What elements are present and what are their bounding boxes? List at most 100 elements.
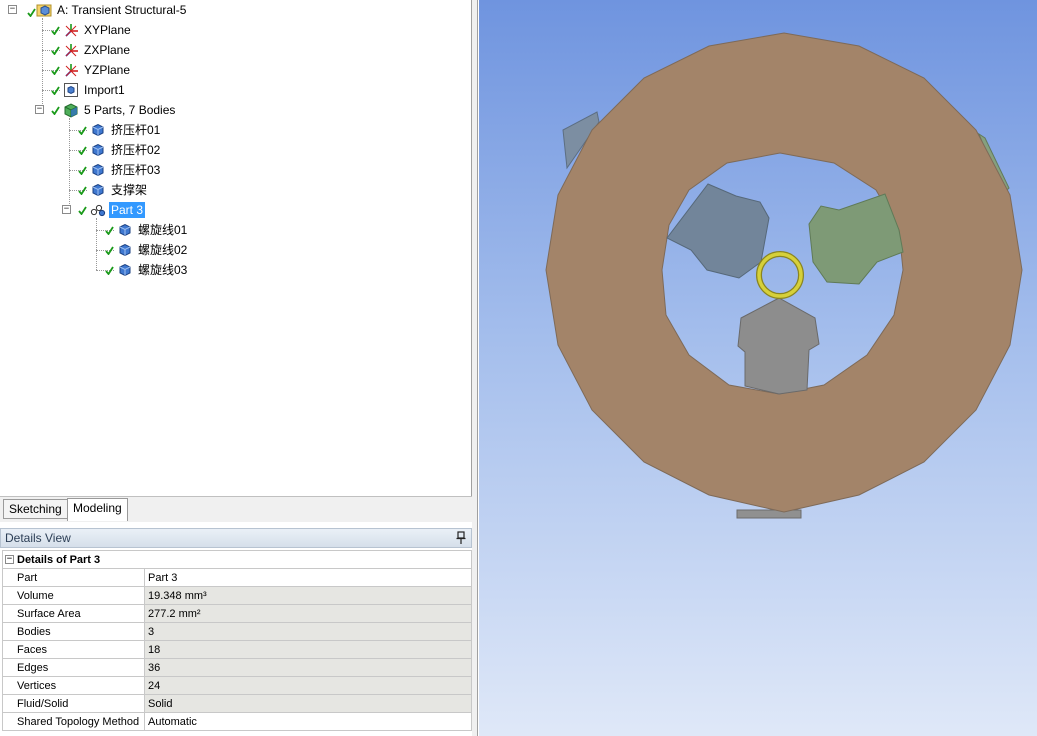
tree-label: 螺旋线02 [138,243,188,257]
tree-label: ZXPlane [84,43,131,57]
details-row: Fluid/Solid Solid [2,694,472,713]
left-pane: − A: Transient Structural-5 XYPlane ZXPl… [0,0,478,736]
tree-connector [69,118,70,210]
tree-label: 挤压杆03 [111,163,161,177]
bottom-bracket[interactable] [736,509,802,519]
details-key: Vertices [2,676,145,695]
tab-modeling[interactable]: Modeling [67,498,128,521]
parts-icon [64,103,78,118]
check-icon [105,226,114,235]
check-icon [51,86,60,95]
geometry-icon [36,4,52,17]
details-group-cell[interactable]: − Details of Part 3 [2,550,472,569]
tree-node-zxplane[interactable]: ZXPlane [51,41,132,59]
details-key: Edges [2,658,145,677]
tab-strip: Sketching Modeling [0,496,472,522]
details-key: Part [2,568,145,587]
details-key: Surface Area [2,604,145,623]
tree-node-body[interactable]: 螺旋线02 [105,241,189,259]
graphics-viewport[interactable] [479,0,1037,736]
solid-body-icon [92,143,104,157]
tree-node-body[interactable]: 螺旋线03 [105,261,189,279]
multibody-part-icon [90,204,106,217]
solid-body-icon [92,123,104,137]
tree-node-body[interactable]: 挤压杆02 [78,141,162,159]
details-value[interactable]: Part 3 [144,568,472,587]
tree-label-selected: Part 3 [109,202,146,218]
tree-node-body[interactable]: 支撑架 [78,181,149,199]
solid-body-icon [92,183,104,197]
details-row: Volume 19.348 mm³ [2,586,472,605]
pin-icon[interactable] [456,531,466,545]
pane-splitter[interactable] [472,0,478,736]
check-icon [78,146,87,155]
extrusion-rod-03[interactable] [737,297,820,395]
tree-node-root[interactable]: A: Transient Structural-5 [27,1,188,19]
plane-axes-icon [65,24,78,37]
tree-node-yzplane[interactable]: YZPlane [51,61,132,79]
tree-label: 支撑架 [111,183,148,197]
details-group-label: Details of Part 3 [17,553,101,566]
tree-node-body[interactable]: 螺旋线01 [105,221,189,239]
details-table: − Details of Part 3 Part Part 3 Volume 1… [2,550,472,731]
tree-label: A: Transient Structural-5 [57,3,187,17]
check-icon [51,26,60,35]
tree-node-body[interactable]: 挤压杆03 [78,161,162,179]
tree-label: 挤压杆02 [111,143,161,157]
details-key: Fluid/Solid [2,694,145,713]
tree-label: 挤压杆01 [111,123,161,137]
details-view-title: Details View [5,531,71,545]
tree-expander-part3[interactable]: − [62,205,71,214]
plane-axes-icon [65,44,78,57]
tree-node-parts-group[interactable]: 5 Parts, 7 Bodies [51,101,177,119]
tree-node-body[interactable]: 挤压杆01 [78,121,162,139]
tab-sketching[interactable]: Sketching [3,499,68,519]
tree-node-import1[interactable]: Import1 [51,81,127,99]
check-icon [78,166,87,175]
details-view-header: Details View [0,528,472,548]
check-icon [78,186,87,195]
details-value: 24 [144,676,472,695]
details-key: Volume [2,586,145,605]
tree-expander-parts[interactable]: − [35,105,44,114]
check-icon [78,206,87,215]
extrusion-rod-02[interactable] [808,193,904,285]
details-value: 277.2 mm² [144,604,472,623]
details-row: Bodies 3 [2,622,472,641]
tree-node-part3[interactable]: Part 3 [78,201,146,219]
details-row: Surface Area 277.2 mm² [2,604,472,623]
solid-body-icon [119,243,131,257]
tree-outline[interactable]: − A: Transient Structural-5 XYPlane ZXPl… [0,0,472,496]
group-collapse-button[interactable]: − [5,555,14,564]
tree-label: YZPlane [84,63,131,77]
tree-label: Import1 [84,83,125,97]
helix-coil[interactable] [757,252,803,298]
model-view[interactable] [479,0,1037,736]
tree-label: 5 Parts, 7 Bodies [84,103,176,117]
solid-body-icon [119,263,131,277]
details-row: Shared Topology Method Automatic [2,712,472,731]
check-icon [51,46,60,55]
check-icon [51,66,60,75]
details-value: Solid [144,694,472,713]
details-group-row[interactable]: − Details of Part 3 [2,550,472,569]
solid-body-icon [119,223,131,237]
details-value: 19.348 mm³ [144,586,472,605]
import-icon [64,83,78,97]
details-row: Edges 36 [2,658,472,677]
tree-connector [96,218,97,270]
check-icon [105,246,114,255]
tree-connector [42,18,43,110]
tree-label: XYPlane [84,23,131,37]
details-row: Part Part 3 [2,568,472,587]
details-row: Vertices 24 [2,676,472,695]
check-icon [78,126,87,135]
support-ring[interactable] [545,32,1023,513]
details-key: Bodies [2,622,145,641]
tree-expander-root[interactable]: − [8,5,17,14]
details-row: Faces 18 [2,640,472,659]
details-value[interactable]: Automatic [144,712,472,731]
tree-node-xyplane[interactable]: XYPlane [51,21,133,39]
details-key: Faces [2,640,145,659]
tree-label: 螺旋线01 [138,223,188,237]
